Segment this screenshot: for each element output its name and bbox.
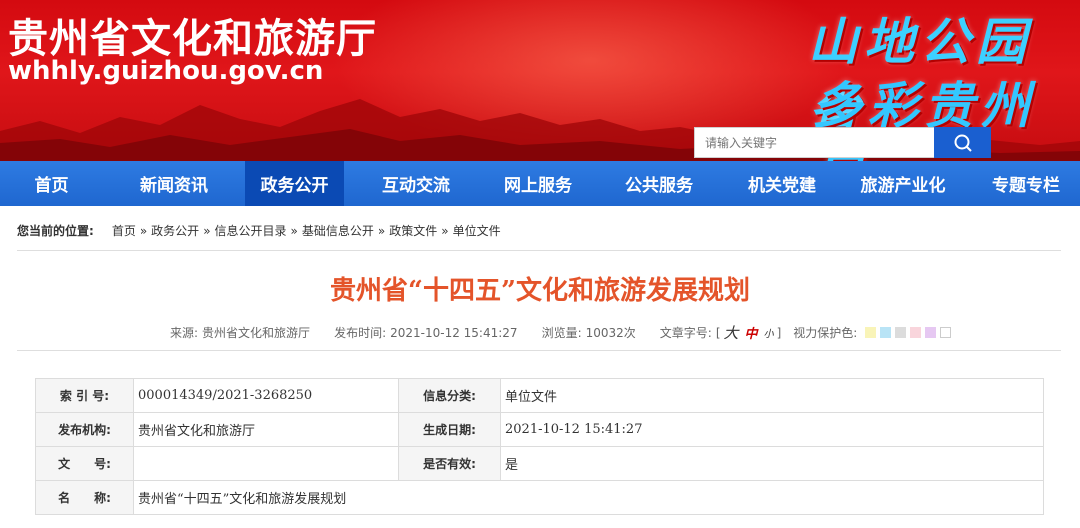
info-key: 文 号: [35, 446, 134, 481]
nav-item-special[interactable]: 专题专栏 [972, 161, 1080, 206]
nav-item-online-service[interactable]: 网上服务 [488, 161, 588, 206]
breadcrumb-item-policy[interactable]: 政策文件 [389, 222, 437, 239]
meta-time-value: 2021-10-12 15:41:27 [390, 325, 518, 340]
meta-fontsize: 文章字号: [ 大 中 小 ] [660, 322, 781, 343]
meta-eye-label: 视力保护色: [793, 326, 858, 340]
meta-source-label: 来源: [170, 326, 199, 340]
eye-color-yellow[interactable] [865, 327, 877, 338]
eye-color-white[interactable] [940, 327, 952, 338]
nav-item-public-service[interactable]: 公共服务 [588, 161, 730, 206]
nav-item-news[interactable]: 新闻资讯 [103, 161, 245, 206]
fontsize-medium-button[interactable]: 中 [745, 323, 758, 342]
eye-color-pink[interactable] [910, 327, 922, 338]
header-banner: 贵州省文化和旅游厅 whhly.guizhou.gov.cn 山地公园省 多彩贵… [0, 0, 1080, 161]
info-key: 是否有效: [398, 446, 501, 481]
breadcrumb-item-home[interactable]: 首页 [112, 222, 136, 239]
table-row: 文 号: 是否有效: 是 [35, 446, 1044, 481]
info-value: 000014349/2021-3268250 [133, 378, 399, 413]
meta-views: 浏览量: 10032次 [542, 324, 636, 341]
breadcrumb: 您当前的位置: 首页 » 政务公开 » 信息公开目录 » 基础信息公开 » 政策… [17, 222, 501, 239]
breadcrumb-separator: » [139, 223, 148, 238]
breadcrumb-lead: 您当前的位置: [17, 224, 94, 238]
divider [17, 250, 1061, 251]
breadcrumb-separator: » [441, 223, 449, 238]
site-url: whhly.guizhou.gov.cn [8, 56, 324, 86]
meta-source-value: 贵州省文化和旅游厅 [202, 326, 311, 340]
breadcrumb-item-basic-info[interactable]: 基础信息公开 [302, 222, 374, 239]
info-value: 贵州省“十四五”文化和旅游发展规划 [133, 480, 1044, 515]
meta-views-label: 浏览量: [541, 326, 582, 340]
breadcrumb-item-catalog[interactable]: 信息公开目录 [215, 222, 287, 239]
table-row: 名 称: 贵州省“十四五”文化和旅游发展规划 [35, 480, 1044, 515]
fontsize-bracket-close: ] [776, 325, 782, 340]
fontsize-bracket-open: [ [715, 325, 721, 340]
breadcrumb-item-unit-docs[interactable]: 单位文件 [453, 222, 501, 239]
info-table: 索 引 号: 000014349/2021-3268250 信息分类: 单位文件… [35, 378, 1044, 515]
article-meta: 来源: 贵州省文化和旅游厅 发布时间: 2021-10-12 15:41:27 … [170, 322, 975, 343]
table-row: 索 引 号: 000014349/2021-3268250 信息分类: 单位文件 [35, 378, 1044, 413]
info-key: 索 引 号: [35, 378, 134, 413]
info-value [133, 446, 399, 481]
info-value: 是 [500, 446, 1044, 481]
info-key: 发布机构: [35, 412, 134, 447]
meta-eye-care: 视力保护色: [793, 324, 952, 341]
search-button[interactable] [934, 127, 991, 158]
eye-color-blue[interactable] [880, 327, 892, 338]
fontsize-small-button[interactable]: 小 [764, 325, 774, 340]
nav-item-party[interactable]: 机关党建 [730, 161, 834, 206]
table-row: 发布机构: 贵州省文化和旅游厅 生成日期: 2021-10-12 15:41:2… [35, 412, 1044, 447]
nav-item-interaction[interactable]: 互动交流 [344, 161, 488, 206]
info-value: 单位文件 [500, 378, 1044, 413]
meta-source: 来源: 贵州省文化和旅游厅 [170, 324, 310, 341]
search-input[interactable] [694, 127, 934, 158]
info-key: 生成日期: [398, 412, 501, 447]
breadcrumb-separator: » [377, 223, 386, 238]
meta-views-value: 10032次 [585, 326, 636, 340]
article-title: 贵州省“十四五”文化和旅游发展规划 [330, 276, 750, 306]
info-value: 2021-10-12 15:41:27 [500, 412, 1044, 447]
divider [17, 350, 1061, 351]
info-key: 名 称: [35, 480, 134, 515]
breadcrumb-separator: » [290, 223, 298, 238]
nav-item-gov-affairs[interactable]: 政务公开 [245, 161, 344, 206]
nav-item-home[interactable]: 首页 [0, 161, 103, 206]
info-key: 信息分类: [398, 378, 501, 413]
fontsize-large-button[interactable]: 大 [724, 322, 739, 343]
breadcrumb-item-gov-affairs[interactable]: 政务公开 [151, 222, 199, 239]
nav-item-tourism[interactable]: 旅游产业化 [834, 161, 972, 206]
search-icon [954, 134, 972, 152]
main-nav: 首页 新闻资讯 政务公开 互动交流 网上服务 公共服务 机关党建 旅游产业化 专… [0, 161, 1080, 206]
eye-color-purple[interactable] [925, 327, 937, 338]
meta-fontsize-label: 文章字号: [659, 326, 712, 340]
meta-time: 发布时间: 2021-10-12 15:41:27 [334, 324, 518, 341]
meta-time-label: 发布时间: [334, 326, 387, 340]
eye-color-gray[interactable] [895, 327, 907, 338]
info-value: 贵州省文化和旅游厅 [133, 412, 399, 447]
breadcrumb-separator: » [203, 223, 211, 238]
